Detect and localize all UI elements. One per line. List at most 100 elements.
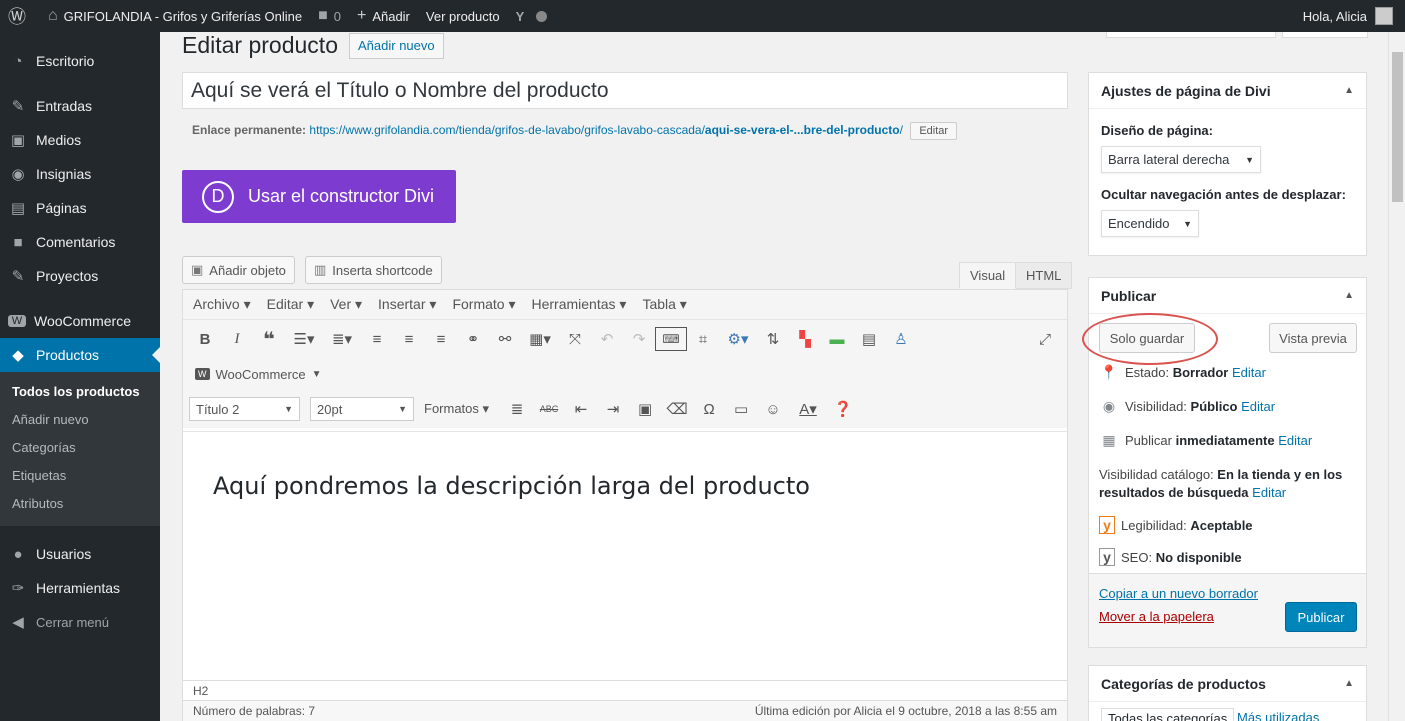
sidebar-item-medios[interactable]: ▣ Medios: [0, 123, 160, 157]
tab-visual[interactable]: Visual: [959, 262, 1017, 289]
outdent-icon[interactable]: ⇤: [565, 400, 597, 418]
collapse-arrow-icon[interactable]: ▲: [1344, 678, 1354, 689]
preview-button[interactable]: Vista previa: [1269, 323, 1357, 353]
text-color-icon[interactable]: A▾: [789, 400, 827, 418]
menu-herramientas[interactable]: Herramientas ▾: [523, 296, 634, 313]
align-right-icon[interactable]: ≡: [425, 331, 457, 348]
collapse-arrow-icon[interactable]: ▲: [1344, 85, 1354, 96]
italic-icon[interactable]: I: [221, 331, 253, 348]
person-icon[interactable]: ♙: [885, 330, 917, 348]
insert-shortcode-button[interactable]: ▥ Inserta shortcode: [305, 256, 442, 284]
link-icon[interactable]: ⚭: [457, 330, 489, 348]
woocommerce-shortcodes-button[interactable]: W WooCommerce ▼: [189, 367, 321, 382]
catalog-edit-link[interactable]: Editar: [1252, 485, 1286, 500]
align-center-icon[interactable]: ≡: [393, 331, 425, 348]
layout-select[interactable]: Barra lateral derecha ▼: [1101, 146, 1261, 173]
copy-draft-link[interactable]: Copiar a un nuevo borrador: [1099, 586, 1258, 601]
divi-builder-button[interactable]: D Usar el constructor Divi: [182, 170, 456, 223]
add-new-product-button[interactable]: Añadir nuevo: [349, 33, 444, 59]
menu-ver[interactable]: Ver ▾: [322, 296, 370, 313]
add-new-link[interactable]: + Añadir: [349, 0, 418, 32]
menu-editar[interactable]: Editar ▾: [259, 296, 323, 313]
sort-icon[interactable]: ⇅: [757, 330, 789, 348]
menu-insertar[interactable]: Insertar ▾: [370, 296, 444, 313]
sidebar-item-escritorio[interactable]: ◔ Escritorio: [0, 44, 160, 78]
status-edit-link[interactable]: Editar: [1232, 365, 1266, 380]
redo-icon[interactable]: ↷: [623, 330, 655, 348]
undo-icon[interactable]: ↶: [591, 330, 623, 348]
visibility-edit-link[interactable]: Editar: [1241, 399, 1275, 414]
settings-gear-icon[interactable]: ⚙▾: [719, 330, 757, 348]
indent-icon[interactable]: ⇥: [597, 400, 629, 418]
bold-icon[interactable]: B: [189, 331, 221, 348]
yoast-menu[interactable]: Y: [508, 0, 556, 32]
paste-text-icon[interactable]: ▣: [629, 400, 661, 418]
tab-all-categories[interactable]: Todas las categorías: [1101, 708, 1235, 721]
nav-select[interactable]: Encendido ▼: [1101, 210, 1199, 237]
menu-tabla[interactable]: Tabla ▾: [634, 296, 694, 313]
categories-header[interactable]: Categorías de productos ▲: [1089, 666, 1366, 702]
collapse-arrow-icon[interactable]: ▲: [1344, 290, 1354, 301]
sidebar-item-usuarios[interactable]: ● Usuarios: [0, 537, 160, 571]
page-scrollbar[interactable]: [1388, 32, 1405, 721]
comments-link[interactable]: ■ 0: [310, 0, 349, 32]
special-character-icon[interactable]: Ω: [693, 401, 725, 418]
help-tab[interactable]: [1282, 32, 1368, 38]
bullet-list-icon[interactable]: ☰▾: [285, 330, 323, 348]
sidebar-item-comentarios[interactable]: ■ Comentarios: [0, 225, 160, 259]
permalink-edit-button[interactable]: Editar: [910, 122, 958, 140]
product-title-input[interactable]: Aquí se verá el Título o Nombre del prod…: [182, 72, 1068, 109]
sidebar-item-productos[interactable]: ◆ Productos: [0, 338, 160, 372]
divi-settings-header[interactable]: Ajustes de página de Divi ▲: [1089, 73, 1366, 109]
submenu-item-etiquetas[interactable]: Etiquetas: [0, 462, 160, 490]
emoji-icon[interactable]: ☺: [757, 401, 789, 418]
toolbar-toggle-icon[interactable]: ⌨: [655, 327, 687, 351]
menu-archivo[interactable]: Archivo ▾: [185, 296, 259, 313]
trash-link[interactable]: Mover a la papelera: [1099, 609, 1214, 624]
sidebar-item-paginas[interactable]: ▤ Páginas: [0, 191, 160, 225]
publish-button[interactable]: Publicar: [1285, 602, 1357, 632]
schedule-edit-link[interactable]: Editar: [1278, 433, 1312, 448]
find-icon[interactable]: ⌗: [687, 331, 719, 348]
grid-blocks-icon[interactable]: ▚: [789, 330, 821, 348]
format-select[interactable]: Título 2 ▼: [189, 397, 300, 421]
clear-formatting-icon[interactable]: ⌫: [661, 400, 693, 418]
wordpress-logo[interactable]: Ⓦ: [0, 0, 40, 32]
horizontal-line-icon[interactable]: ▭: [725, 400, 757, 418]
button-icon[interactable]: ▬: [821, 331, 853, 348]
help-icon[interactable]: ❓: [827, 400, 859, 418]
screen-options-tab[interactable]: [1106, 32, 1276, 38]
submenu-item-anadir-nuevo[interactable]: Añadir nuevo: [0, 406, 160, 434]
sidebar-item-proyectos[interactable]: ✎ Proyectos: [0, 259, 160, 293]
unlink-icon[interactable]: ⚯: [489, 330, 521, 348]
table-icon[interactable]: ▦▾: [521, 330, 559, 348]
account-menu[interactable]: Hola, Alicia: [1303, 7, 1405, 25]
blockquote-icon[interactable]: ❝: [253, 327, 285, 352]
formats-menu[interactable]: Formatos ▾: [424, 401, 489, 417]
sidebar-item-woocommerce[interactable]: W WooCommerce: [0, 304, 160, 338]
view-product-link[interactable]: Ver producto: [418, 0, 508, 32]
justify-icon[interactable]: ≣: [501, 400, 533, 418]
tab-most-used[interactable]: Más utilizadas: [1237, 710, 1319, 721]
submenu-item-categorias[interactable]: Categorías: [0, 434, 160, 462]
sidebar-item-herramientas[interactable]: ✑ Herramientas: [0, 571, 160, 605]
publish-header[interactable]: Publicar ▲: [1089, 278, 1366, 314]
permalink-link[interactable]: https://www.grifolandia.com/tienda/grifo…: [309, 123, 903, 137]
submenu-item-todos-productos[interactable]: Todos los productos: [0, 378, 160, 406]
add-media-button[interactable]: ▣ Añadir objeto: [182, 256, 295, 284]
expand-icon[interactable]: ⤢: [1029, 331, 1061, 348]
tabs-icon[interactable]: ▤: [853, 330, 885, 348]
sidebar-item-entradas[interactable]: ✎ Entradas: [0, 89, 160, 123]
numbered-list-icon[interactable]: ≣▾: [323, 330, 361, 348]
font-size-select[interactable]: 20pt ▼: [310, 397, 414, 421]
scrollbar-thumb[interactable]: [1392, 52, 1403, 202]
site-name-link[interactable]: ⌂ GRIFOLANDIA - Grifos y Griferías Online: [40, 0, 310, 32]
editor-content-area[interactable]: Aquí pondremos la descripción larga del …: [183, 431, 1067, 671]
submenu-item-atributos[interactable]: Atributos: [0, 490, 160, 518]
collapse-menu[interactable]: ◀ Cerrar menú: [0, 605, 160, 639]
align-left-icon[interactable]: ≡: [361, 331, 393, 348]
menu-formato[interactable]: Formato ▾: [444, 296, 523, 313]
tab-html[interactable]: HTML: [1015, 262, 1073, 289]
strikethrough-icon[interactable]: ABC: [533, 404, 565, 414]
sidebar-item-insignias[interactable]: ◉ Insignias: [0, 157, 160, 191]
